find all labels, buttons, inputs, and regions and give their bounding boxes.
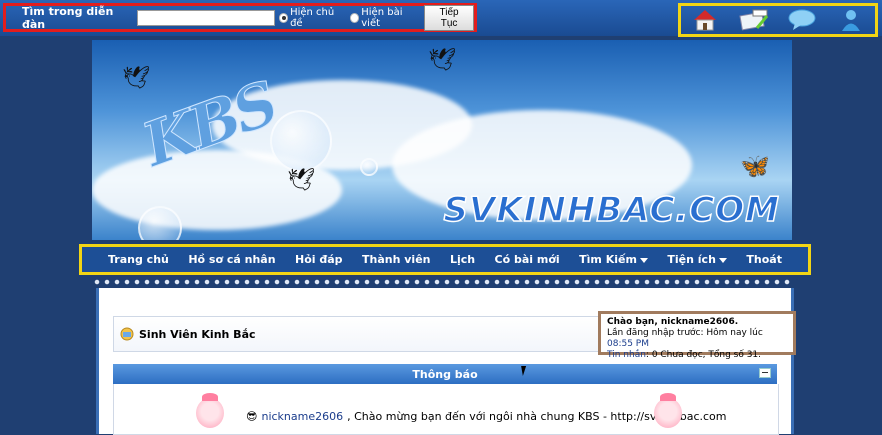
messages-info: Tin nhắn: 0 Chưa đọc, Tổng số 31.	[607, 350, 787, 361]
nav-members[interactable]: Thành viên	[362, 253, 430, 266]
welcome-nickname[interactable]: nickname2606	[261, 410, 343, 423]
nav-profile[interactable]: Hồ sơ cá nhân	[188, 253, 275, 266]
search-label: Tìm trong diễn đàn	[22, 4, 114, 31]
caret-down-icon	[639, 257, 648, 263]
search-input[interactable]	[136, 9, 275, 26]
notice-body: 😎 nickname2606, Chào mừng bạn đến với ng…	[113, 384, 779, 435]
nav-calendar[interactable]: Lịch	[450, 253, 475, 266]
site-name: SVKINHBAC.COM	[443, 189, 780, 231]
nav-search-menu[interactable]: Tìm Kiếm	[579, 253, 648, 266]
bubble-decoration	[270, 110, 332, 172]
user-info-box: Chào bạn, nickname2606. Lần đăng nhập tr…	[598, 311, 796, 360]
radio-dot-icon	[349, 12, 360, 23]
forum-title[interactable]: Sinh Viên Kinh Bắc	[139, 328, 256, 341]
forum-title-group: Sinh Viên Kinh Bắc	[120, 327, 256, 341]
nav-search-label: Tìm Kiếm	[579, 253, 637, 266]
pig-mascot-icon	[654, 393, 682, 428]
forum-icon	[120, 327, 134, 341]
dotted-divider	[92, 278, 792, 286]
radio-dot-icon	[278, 12, 289, 23]
messages-detail: : 0 Chưa đọc, Tổng số 31.	[645, 350, 762, 360]
radio-show-post[interactable]: Hiện bài viết	[349, 6, 420, 29]
nav-home[interactable]: Trang chủ	[108, 253, 169, 266]
caret-down-icon	[718, 257, 727, 263]
main-content: Sinh Viên Kinh Bắc Chào bạn, nickname260…	[96, 288, 796, 435]
nav-faq[interactable]: Hỏi đáp	[295, 253, 343, 266]
home-icon[interactable]	[690, 8, 720, 32]
messages-link[interactable]: Tin nhắn	[607, 350, 646, 360]
forum-search-form: Tìm trong diễn đàn Hiện chủ đề Hiện bài …	[3, 3, 477, 32]
top-strip: Tìm trong diễn đàn Hiện chủ đề Hiện bài …	[0, 0, 882, 37]
nav-utilities-label: Tiện ích	[667, 253, 716, 266]
forum-header-bar: Sinh Viên Kinh Bắc Chào bạn, nickname260…	[113, 311, 796, 360]
forum-banner: 🕊 🕊 🕊 🦋 KBS SVKINHBAC.COM	[92, 40, 792, 240]
quick-links	[678, 3, 878, 37]
radio-show-topic[interactable]: Hiện chủ đề	[278, 6, 346, 29]
radio-topic-label: Hiện chủ đề	[290, 6, 335, 29]
notice-header: Thông báo	[113, 364, 777, 384]
user-greeting: Chào bạn, nickname2606.	[607, 317, 739, 327]
bird-icon: 🕊	[428, 48, 456, 73]
nav-utilities-menu[interactable]: Tiện ích	[667, 253, 727, 266]
bird-icon: 🕊	[287, 168, 315, 193]
nav-new-posts[interactable]: Có bài mới	[495, 253, 560, 266]
search-submit-button[interactable]: Tiếp Tục	[424, 4, 475, 31]
radio-post-label: Hiện bài viết	[361, 6, 403, 29]
notice-title: Thông báo	[412, 367, 478, 381]
blog-icon[interactable]	[739, 8, 769, 32]
last-login-label: Lần đăng nhập trước: Hôm nay lúc	[607, 328, 763, 338]
main-navigation: Trang chủ Hồ sơ cá nhân Hỏi đáp Thành vi…	[79, 244, 811, 275]
collapse-icon[interactable]	[759, 368, 771, 378]
bird-icon: 🕊	[122, 66, 150, 91]
pig-mascot-icon	[196, 393, 224, 428]
nav-logout[interactable]: Thoát	[746, 253, 782, 266]
smiley-icon: 😎	[246, 410, 258, 423]
bubble-decoration	[360, 158, 378, 176]
last-login: Lần đăng nhập trước: Hôm nay lúc 08:55 P…	[607, 328, 787, 350]
last-login-time: 08:55 PM	[607, 339, 649, 349]
butterfly-icon: 🦋	[740, 152, 770, 180]
chat-bubble-icon[interactable]	[787, 8, 817, 32]
user-icon[interactable]	[836, 8, 866, 32]
